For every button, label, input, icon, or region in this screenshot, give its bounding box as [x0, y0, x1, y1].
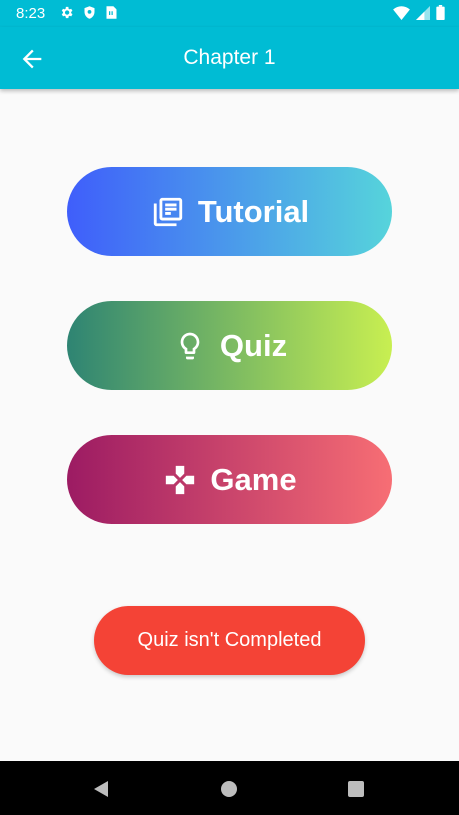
sim-card-icon	[106, 6, 117, 19]
status-bar: 8:23	[0, 0, 459, 27]
lightbulb-icon	[172, 328, 208, 364]
status-icons-left	[59, 5, 118, 20]
system-nav-bar	[0, 761, 459, 815]
status-icons-right	[393, 5, 445, 20]
quiz-status-label: Quiz isn't Completed	[137, 629, 322, 651]
game-button[interactable]: Game	[67, 435, 392, 524]
game-label: Game	[210, 461, 297, 497]
quiz-label: Quiz	[219, 327, 288, 363]
nav-recents-icon[interactable]	[348, 781, 364, 797]
quiz-status-badge[interactable]: Quiz isn't Completed	[94, 606, 365, 675]
app-bar: Chapter 1	[0, 27, 459, 89]
nav-back-icon[interactable]	[92, 780, 110, 798]
quiz-button[interactable]: Quiz	[67, 301, 392, 390]
page-title: Chapter 1	[183, 46, 276, 69]
tutorial-button[interactable]: Tutorial	[67, 167, 392, 256]
library-books-icon	[150, 194, 186, 230]
status-time: 8:23	[16, 5, 46, 22]
nav-home-icon[interactable]	[221, 781, 237, 797]
tutorial-label: Tutorial	[197, 193, 310, 229]
wifi-icon	[393, 5, 410, 20]
signal-icon	[416, 5, 430, 20]
settings-icon	[61, 6, 73, 19]
gamepad-icon	[162, 462, 198, 498]
shield-icon	[84, 6, 95, 19]
battery-icon	[436, 5, 445, 20]
